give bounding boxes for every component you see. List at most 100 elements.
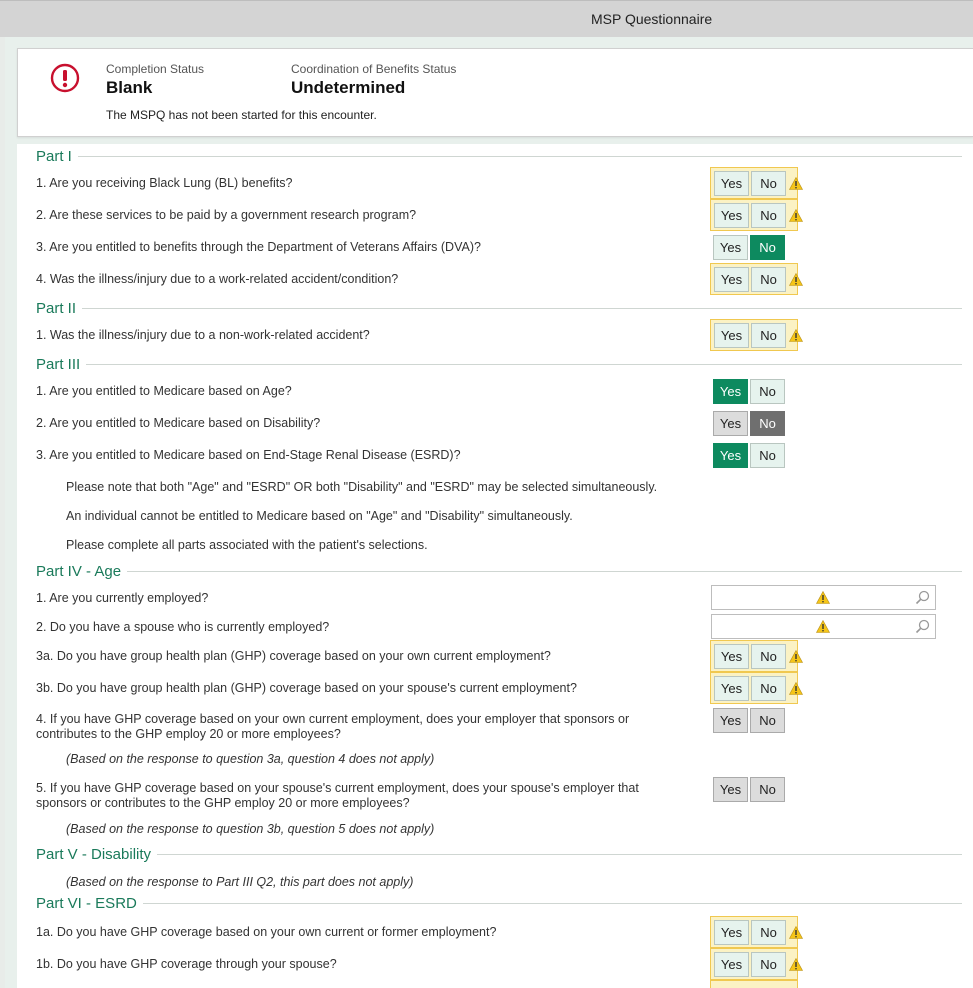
yes-button-disabled: Yes: [713, 776, 748, 802]
questionnaire-content: Part I 1. Are you receiving Black Lung (…: [17, 144, 973, 988]
no-button[interactable]: No: [751, 322, 786, 348]
yes-button[interactable]: Yes: [714, 675, 749, 701]
part-5-heading: Part V - Disability: [36, 846, 962, 863]
warning-icon: [789, 177, 803, 190]
note-p3-2: An individual cannot be entitled to Medi…: [66, 509, 573, 523]
cob-status-value: Undetermined: [291, 78, 406, 97]
cob-status-label: Coordination of Benefits Status: [291, 62, 457, 76]
yes-button[interactable]: Yes: [714, 170, 749, 196]
yes-no-group-p4-3b: Yes No: [710, 672, 798, 704]
warning-icon: [789, 650, 803, 663]
question-p4-5-line1: 5. If you have GHP coverage based on you…: [36, 781, 639, 795]
no-button[interactable]: No: [751, 643, 786, 669]
status-message: The MSPQ has not been started for this e…: [106, 108, 377, 122]
note-p3-3: Please complete all parts associated wit…: [66, 538, 428, 552]
yes-no-group-p4-4: Yes No: [710, 704, 798, 736]
no-button[interactable]: No: [751, 170, 786, 196]
no-button[interactable]: No: [751, 266, 786, 292]
question-p4-2: 2. Do you have a spouse who is currently…: [36, 620, 330, 634]
yes-button-selected[interactable]: Yes: [713, 378, 748, 404]
yes-button[interactable]: Yes: [714, 202, 749, 228]
yes-button[interactable]: Yes: [714, 322, 749, 348]
question-p4-3a: 3a. Do you have group health plan (GHP) …: [36, 649, 551, 663]
yes-button[interactable]: Yes: [713, 234, 748, 260]
question-p6-1a: 1a. Do you have GHP coverage based on yo…: [36, 925, 497, 939]
question-p3-3: 3. Are you entitled to Medicare based on…: [36, 448, 461, 462]
search-icon[interactable]: [915, 590, 930, 605]
part-2-title: Part II: [36, 300, 77, 317]
yes-button[interactable]: Yes: [714, 951, 749, 977]
question-p1-3: 3. Are you entitled to benefits through …: [36, 240, 481, 254]
question-p3-2: 2. Are you entitled to Medicare based on…: [36, 416, 321, 430]
part-2-heading: Part II: [36, 300, 962, 317]
alert-circle-icon: [50, 63, 80, 93]
question-p4-4: 4. If you have GHP coverage based on you…: [36, 712, 629, 742]
part-5-title: Part V - Disability: [36, 846, 152, 863]
yes-no-group-p2-1: Yes No: [710, 319, 798, 351]
yes-no-group-p1-4: Yes No: [710, 263, 798, 295]
part-3-title: Part III: [36, 356, 81, 373]
part-6-title: Part VI - ESRD: [36, 895, 137, 912]
no-button[interactable]: No: [751, 202, 786, 228]
no-button[interactable]: No: [751, 951, 786, 977]
yes-no-group-p6-1a: Yes No: [710, 916, 798, 948]
no-button[interactable]: No: [751, 919, 786, 945]
warning-icon: [816, 620, 830, 633]
completion-status-value: Blank: [106, 78, 153, 97]
part-1-title: Part I: [36, 148, 72, 165]
warning-icon: [816, 591, 830, 604]
warning-icon: [789, 273, 803, 286]
no-button[interactable]: No: [751, 675, 786, 701]
warning-icon: [789, 958, 803, 971]
question-p1-1: 1. Are you receiving Black Lung (BL) ben…: [36, 176, 293, 190]
warning-icon: [789, 926, 803, 939]
note-p4-5: (Based on the response to question 3b, q…: [66, 822, 435, 836]
question-p1-4: 4. Was the illness/injury due to a work-…: [36, 272, 399, 286]
yes-button-selected[interactable]: Yes: [713, 442, 748, 468]
question-p1-2: 2. Are these services to be paid by a go…: [36, 208, 417, 222]
yes-no-group-p1-3: Yes No: [710, 231, 798, 263]
note-p4-4: (Based on the response to question 3a, q…: [66, 752, 435, 766]
no-button-disabled-selected: No: [750, 410, 785, 436]
question-p4-4-line1: 4. If you have GHP coverage based on you…: [36, 712, 630, 726]
question-p4-3b: 3b. Do you have group health plan (GHP) …: [36, 681, 577, 695]
part-1-heading: Part I: [36, 148, 962, 165]
yes-no-group-p1-1: Yes No: [710, 167, 798, 199]
yes-no-group-p3-3: Yes No: [710, 439, 798, 471]
yes-no-group-p1-2: Yes No: [710, 199, 798, 231]
yes-no-group-p4-3a: Yes No: [710, 640, 798, 672]
title-bar: MSP Questionnaire: [0, 0, 973, 37]
divider: [142, 903, 962, 904]
employment-lookup-field[interactable]: [711, 585, 936, 610]
warning-icon: [789, 682, 803, 695]
search-icon[interactable]: [915, 619, 930, 634]
divider: [157, 854, 962, 855]
divider: [82, 308, 962, 309]
yes-button[interactable]: Yes: [714, 266, 749, 292]
no-button-disabled: No: [750, 776, 785, 802]
divider: [86, 364, 962, 365]
no-button[interactable]: No: [750, 442, 785, 468]
completion-status-label: Completion Status: [106, 62, 205, 76]
yes-no-group-p6-1b: Yes No: [710, 948, 798, 980]
divider: [77, 156, 962, 157]
window-title: MSP Questionnaire: [591, 11, 713, 27]
question-p2-1: 1. Was the illness/injury due to a non-w…: [36, 328, 370, 342]
warning-icon: [789, 209, 803, 222]
yes-button-disabled: Yes: [713, 410, 748, 436]
yes-button[interactable]: Yes: [714, 643, 749, 669]
status-card: Completion Status Blank Coordination of …: [17, 48, 973, 137]
spouse-employment-lookup-field[interactable]: [711, 614, 936, 639]
no-button-selected[interactable]: No: [750, 234, 785, 260]
yes-no-group-next-partial: [710, 980, 798, 988]
warning-icon: [789, 329, 803, 342]
no-button[interactable]: No: [750, 378, 785, 404]
question-p4-5-line2: sponsors or contributes to the GHP emplo…: [36, 796, 410, 810]
question-p6-1b: 1b. Do you have GHP coverage through you…: [36, 957, 337, 971]
yes-no-group-p4-5: Yes No: [710, 773, 798, 805]
note-p3-1: Please note that both "Age" and "ESRD" O…: [66, 480, 658, 494]
question-p4-1: 1. Are you currently employed?: [36, 591, 209, 605]
yes-button-disabled: Yes: [713, 707, 748, 733]
yes-button[interactable]: Yes: [714, 919, 749, 945]
divider: [127, 571, 962, 572]
